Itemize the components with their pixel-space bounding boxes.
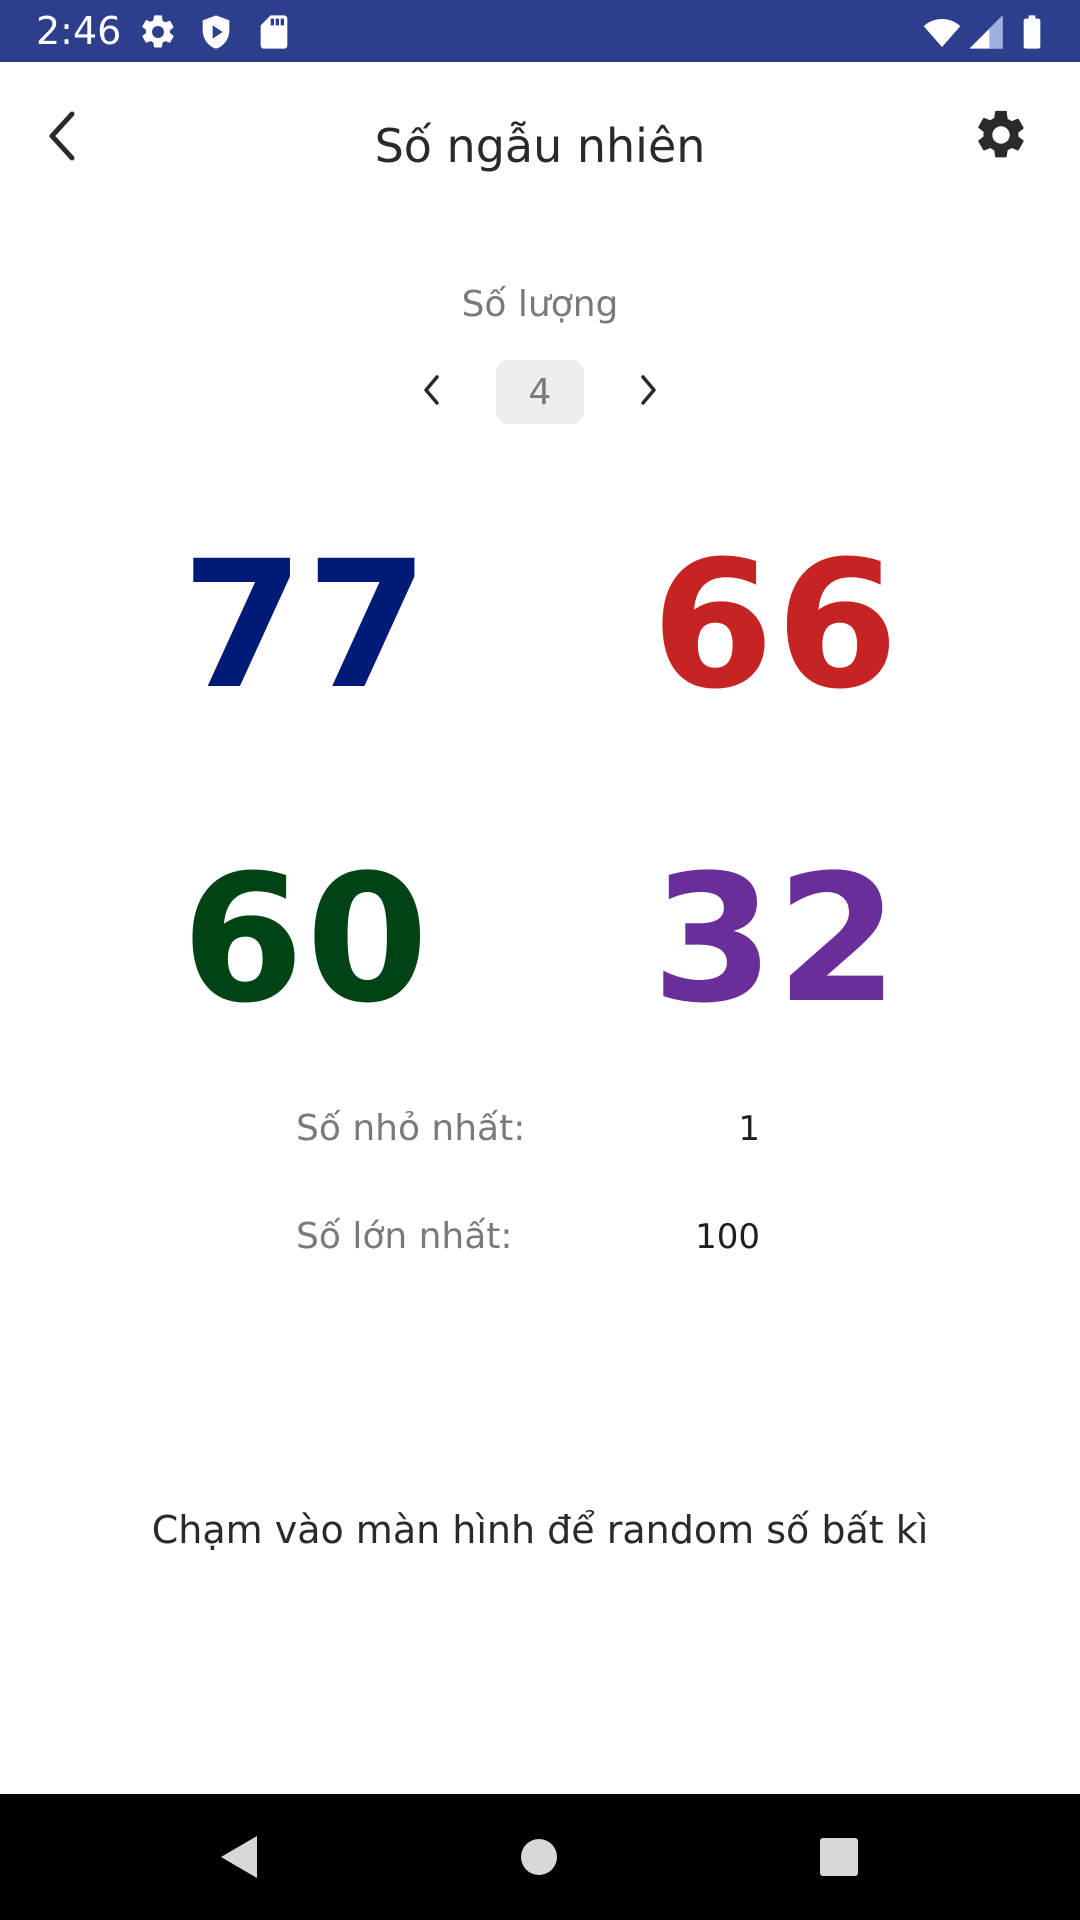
chevron-left-icon (42, 108, 82, 168)
signal-icon (966, 12, 1006, 52)
page-title: Số ngẫu nhiên (374, 119, 706, 173)
max-value[interactable]: 100 (640, 1214, 760, 1260)
max-label: Số lớn nhất: (296, 1216, 513, 1257)
random-number-2: 66 (651, 523, 901, 728)
sd-card-icon (254, 12, 294, 52)
gear-icon (972, 106, 1030, 168)
back-button[interactable] (30, 106, 94, 170)
min-label: Số nhỏ nhất: (296, 1108, 526, 1149)
wifi-icon (922, 12, 962, 52)
random-number-3: 60 (181, 837, 431, 1042)
home-circle-icon (519, 1837, 559, 1881)
random-number-1: 77 (181, 523, 431, 728)
min-value[interactable]: 1 (640, 1106, 760, 1152)
shield-play-icon (196, 12, 236, 52)
status-time: 2:46 (36, 9, 122, 53)
quantity-decrease-button[interactable] (404, 364, 460, 420)
gear-icon (138, 12, 178, 52)
battery-icon (1012, 12, 1052, 52)
quantity-label: Số lượng (461, 284, 619, 325)
quantity-value[interactable]: 4 (496, 360, 584, 424)
recents-square-icon (819, 1837, 859, 1881)
chevron-right-icon (636, 373, 660, 411)
back-triangle-icon (217, 1832, 261, 1886)
nav-home-button[interactable] (504, 1824, 574, 1894)
navigation-bar (0, 1794, 1080, 1920)
nav-back-button[interactable] (204, 1824, 274, 1894)
app-bar: Số ngẫu nhiên (0, 62, 1080, 228)
settings-button[interactable] (966, 102, 1036, 172)
quantity-increase-button[interactable] (620, 364, 676, 420)
random-number-4: 32 (651, 837, 901, 1042)
screen: 2:46 Số ngẫu nhiên Số lượng 4 77 66 60 3… (0, 0, 1080, 1920)
nav-recents-button[interactable] (804, 1824, 874, 1894)
tap-hint: Chạm vào màn hình để random số bất kì (151, 1508, 929, 1552)
status-bar: 2:46 (0, 0, 1080, 62)
chevron-left-icon (420, 373, 444, 411)
